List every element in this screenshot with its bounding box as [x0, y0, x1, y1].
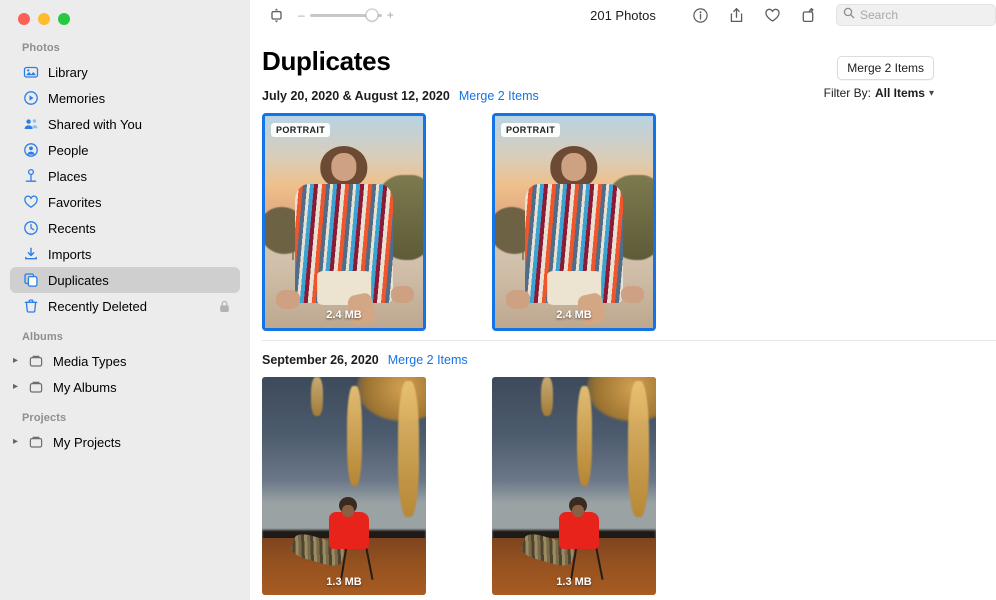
folder-icon — [27, 352, 45, 370]
photo-thumbnail — [495, 116, 653, 328]
chevron-right-icon[interactable]: ▸ — [13, 437, 24, 447]
sidebar-item-label: Media Types — [53, 353, 127, 369]
memories-icon — [22, 89, 40, 107]
file-size-label: 1.3 MB — [326, 576, 362, 588]
group-header: September 26, 2020 Merge 2 Items — [262, 341, 996, 371]
sidebar-item-label: People — [48, 142, 89, 158]
sidebar-item-library[interactable]: Library — [10, 59, 240, 85]
sidebar-item-label: Favorites — [48, 194, 102, 210]
photos-window: Photos Library Memories Shared with You … — [0, 0, 996, 600]
aspect-icon[interactable] — [264, 3, 288, 27]
chevron-right-icon[interactable]: ▸ — [13, 382, 24, 392]
filter-label: Filter By: — [823, 86, 871, 100]
zoom-slider-knob[interactable] — [365, 8, 379, 22]
duplicates-view: Duplicates Merge 2 Items Filter By: All … — [250, 30, 996, 595]
sidebar-item-my-projects[interactable]: ▸ My Projects — [10, 429, 240, 455]
sidebar-item-imports[interactable]: Imports — [10, 241, 240, 267]
photo-row: 1.3 MB 1.3 MB — [262, 371, 996, 595]
sidebar: Photos Library Memories Shared with You … — [0, 0, 250, 600]
file-size-label: 1.3 MB — [556, 576, 592, 588]
sidebar-item-label: Library — [48, 64, 88, 80]
sidebar-item-my-albums[interactable]: ▸ My Albums — [10, 374, 240, 400]
search-icon — [843, 6, 855, 24]
merge-all-button[interactable]: Merge 2 Items — [837, 56, 934, 80]
chevron-down-icon[interactable]: ▾ — [929, 88, 934, 99]
search-field[interactable] — [836, 4, 996, 26]
sidebar-item-label: Memories — [48, 90, 106, 106]
trash-icon — [22, 297, 40, 315]
photo-tile[interactable]: PORTRAIT 2.4 MB — [492, 113, 656, 331]
recents-icon — [22, 219, 40, 237]
file-size-label: 2.4 MB — [326, 309, 362, 321]
folder-icon — [27, 378, 45, 396]
sidebar-item-recents[interactable]: Recents — [10, 215, 240, 241]
sidebar-item-recently-deleted[interactable]: Recently Deleted — [10, 293, 240, 319]
sidebar-item-label: Places — [48, 168, 88, 184]
places-icon — [22, 167, 40, 185]
zoom-in-label[interactable]: + — [387, 9, 394, 21]
zoom-slider-track[interactable] — [309, 8, 382, 22]
file-size-label: 2.4 MB — [556, 309, 592, 321]
favorite-icon[interactable] — [760, 3, 784, 27]
group-date: July 20, 2020 & August 12, 2020 — [262, 89, 450, 103]
photo-thumbnail — [262, 377, 426, 595]
main-content: – + 201 Photos Search Duplicates Merge 2… — [250, 0, 996, 600]
sidebar-item-label: My Projects — [53, 434, 121, 450]
sidebar-section-projects: Projects — [22, 412, 67, 424]
photo-thumbnail — [265, 116, 423, 328]
sidebar-item-places[interactable]: Places — [10, 163, 240, 189]
library-icon — [22, 63, 40, 81]
photo-thumbnail — [492, 377, 656, 595]
group-merge-link[interactable]: Merge 2 Items — [459, 89, 539, 103]
people-icon — [22, 141, 40, 159]
minimize-window-button[interactable] — [38, 13, 50, 25]
close-window-button[interactable] — [18, 13, 30, 25]
sidebar-item-label: Shared with You — [48, 116, 142, 132]
status-badge: PORTRAIT — [501, 123, 561, 137]
sidebar-item-memories[interactable]: Memories — [10, 85, 240, 111]
sidebar-item-shared-with-you[interactable]: Shared with You — [10, 111, 240, 137]
group-merge-link[interactable]: Merge 2 Items — [388, 353, 468, 367]
favorites-icon — [22, 193, 40, 211]
chevron-right-icon[interactable]: ▸ — [13, 356, 24, 366]
sidebar-section-photos: Photos — [22, 42, 60, 54]
shared-with-you-icon — [22, 115, 40, 133]
share-icon[interactable] — [724, 3, 748, 27]
sidebar-item-label: Imports — [48, 246, 92, 262]
folder-icon — [27, 433, 45, 451]
filter-value[interactable]: All Items — [875, 86, 925, 100]
photo-count-label: 201 Photos — [590, 7, 656, 23]
search-input[interactable] — [860, 8, 989, 22]
filter-control[interactable]: Filter By: All Items ▾ — [824, 86, 934, 100]
traffic-lights — [0, 0, 250, 30]
photo-tile[interactable]: PORTRAIT 2.4 MB — [262, 113, 426, 331]
duplicate-group: July 20, 2020 & August 12, 2020 Merge 2 … — [250, 77, 996, 341]
sidebar-item-media-types[interactable]: ▸ Media Types — [10, 348, 240, 374]
rotate-icon[interactable] — [796, 3, 820, 27]
sidebar-item-label: Recents — [48, 220, 96, 236]
duplicates-icon — [22, 271, 40, 289]
sidebar-item-duplicates[interactable]: Duplicates — [10, 267, 240, 293]
sidebar-item-label: Recently Deleted — [48, 298, 147, 314]
imports-icon — [22, 245, 40, 263]
zoom-out-label[interactable]: – — [298, 9, 305, 21]
zoom-slider[interactable]: – + — [298, 8, 394, 22]
sidebar-item-label: Duplicates — [48, 272, 109, 288]
group-date: September 26, 2020 — [262, 353, 379, 367]
sidebar-section-albums: Albums — [22, 331, 63, 343]
sidebar-item-favorites[interactable]: Favorites — [10, 189, 240, 215]
photo-tile[interactable]: 1.3 MB — [262, 377, 426, 595]
toolbar-right-group — [688, 0, 996, 30]
duplicate-group: September 26, 2020 Merge 2 Items 1.3 MB … — [250, 341, 996, 595]
sidebar-item-label: My Albums — [53, 379, 117, 395]
sidebar-item-people[interactable]: People — [10, 137, 240, 163]
zoom-window-button[interactable] — [58, 13, 70, 25]
photo-tile[interactable]: 1.3 MB — [492, 377, 656, 595]
toolbar: – + 201 Photos — [250, 0, 996, 30]
photo-row: PORTRAIT 2.4 MB PORTRAIT 2.4 MB — [262, 107, 996, 331]
info-icon[interactable] — [688, 3, 712, 27]
status-badge: PORTRAIT — [271, 123, 331, 137]
lock-icon — [219, 300, 230, 313]
